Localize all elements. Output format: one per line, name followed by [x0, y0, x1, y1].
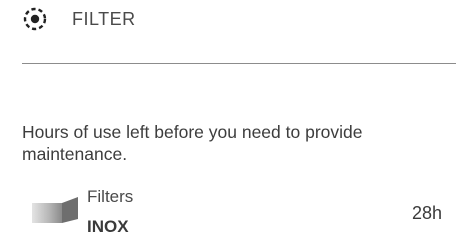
page-title: FILTER [72, 9, 136, 29]
filter-row[interactable]: Filters INOX 28h [0, 185, 456, 240]
filter-label: Filters [87, 187, 134, 206]
filter-hours-left: 28h [411, 203, 442, 223]
filter-icon [22, 6, 48, 32]
divider [22, 63, 456, 64]
maintenance-description: Hours of use left before you need to pro… [22, 122, 363, 164]
filter-name: INOX [87, 217, 129, 236]
header: FILTER [0, 0, 456, 40]
filter-thumbnail-icon [32, 197, 80, 225]
